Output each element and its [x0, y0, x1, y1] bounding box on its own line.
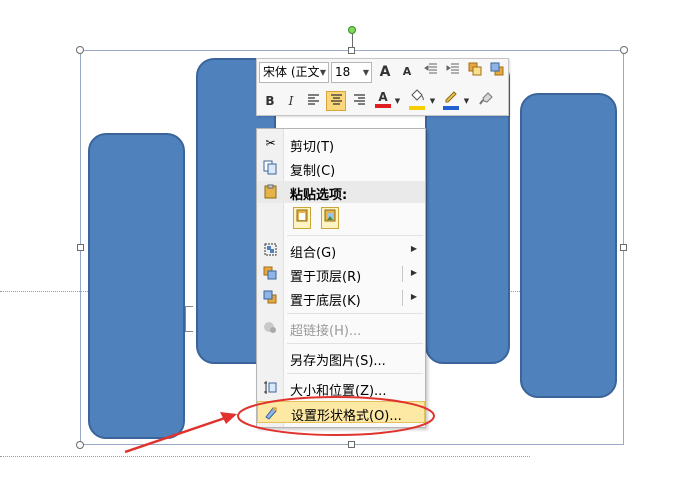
annotation-overlay: [124, 396, 435, 454]
annotation-ellipse: [237, 396, 435, 436]
annotation-arrow-line: [124, 416, 226, 454]
